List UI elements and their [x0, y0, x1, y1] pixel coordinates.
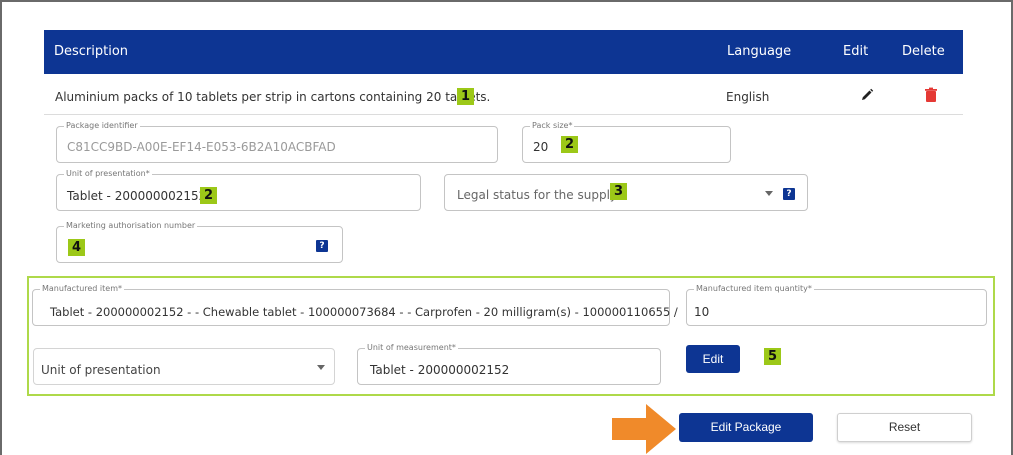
arrow-right-icon: [612, 404, 676, 454]
reset-button[interactable]: Reset: [837, 413, 972, 442]
unit-of-measurement-label: Unit of measurement*: [365, 343, 458, 353]
manufactured-item-value: Tablet - 200000002152 - - Chewable table…: [50, 305, 678, 319]
row-description: Aluminium packs of 10 tablets per strip …: [55, 90, 491, 104]
table-header: Description Language Edit Delete: [44, 30, 963, 74]
row-language: English: [726, 90, 770, 104]
callout-badge-4: 4: [68, 239, 85, 256]
manufactured-item-quantity-value: 10: [694, 305, 710, 319]
pack-size-field[interactable]: Pack size* 20: [522, 121, 731, 163]
unit-select-placeholder: Unit of presentation: [41, 363, 161, 377]
manufactured-item-field[interactable]: Manufactured item* Tablet - 200000002152…: [32, 284, 678, 326]
chevron-down-icon: [765, 191, 773, 196]
header-edit: Edit: [843, 44, 869, 59]
manufactured-item-quantity-label: Manufactured item quantity*: [694, 284, 814, 294]
callout-badge-5: 5: [764, 348, 781, 365]
unit-of-measurement-field[interactable]: Unit of measurement* Tablet - 2000000021…: [357, 343, 661, 385]
edit-package-button[interactable]: Edit Package: [679, 413, 813, 442]
manufactured-item-quantity-field[interactable]: Manufactured item quantity* 10: [686, 284, 987, 326]
header-language: Language: [727, 44, 792, 59]
help-icon[interactable]: ?: [783, 188, 795, 200]
unit-of-presentation-value: Tablet - 200000002152: [67, 189, 207, 203]
package-identifier-value: C81CC9BD-A00E-EF14-E053-6B2A10ACBFAD: [67, 140, 336, 154]
header-delete: Delete: [902, 44, 945, 59]
pack-size-label: Pack size*: [530, 121, 575, 131]
pencil-icon[interactable]: [859, 87, 875, 103]
legal-status-placeholder: Legal status for the supply: [457, 188, 618, 202]
unit-select[interactable]: Unit of presentation: [33, 348, 335, 385]
marketing-authorisation-number-label: Marketing authorisation number: [64, 221, 198, 231]
marketing-authorisation-number-field[interactable]: Marketing authorisation number ?: [56, 221, 343, 263]
package-identifier-field: Package identifier C81CC9BD-A00E-EF14-E0…: [56, 121, 498, 163]
header-description: Description: [54, 44, 129, 59]
help-icon[interactable]: ?: [316, 240, 328, 252]
chevron-down-icon: [317, 365, 325, 370]
trash-icon[interactable]: [924, 87, 938, 103]
callout-badge-3: 3: [610, 183, 627, 200]
manufactured-item-label: Manufactured item*: [40, 284, 124, 294]
callout-badge-2b: 2: [200, 187, 217, 204]
edit-manufactured-item-button[interactable]: Edit: [686, 345, 740, 373]
callout-badge-2: 2: [561, 136, 578, 153]
pack-size-value: 20: [533, 140, 549, 154]
unit-of-presentation-field[interactable]: Unit of presentation* Tablet - 200000002…: [56, 169, 421, 211]
package-identifier-label: Package identifier: [64, 121, 140, 131]
unit-of-measurement-value: Tablet - 200000002152: [370, 363, 510, 377]
unit-of-presentation-label: Unit of presentation*: [64, 169, 152, 179]
callout-badge-1: 1: [457, 88, 474, 105]
row-divider: [44, 114, 963, 115]
